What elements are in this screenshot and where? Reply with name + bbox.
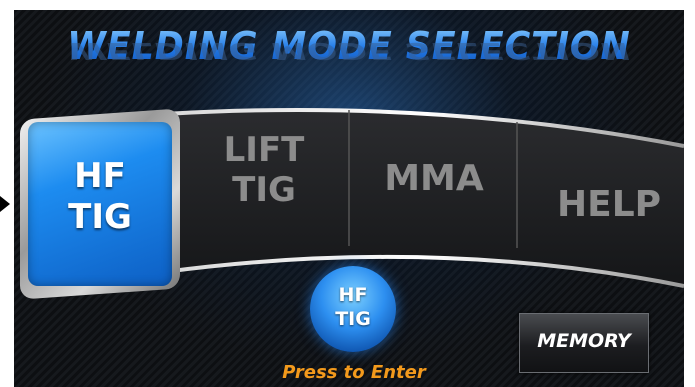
tab-lift-tig-line2: TIG	[232, 170, 296, 211]
tab-hf-tig-line2: TIG	[68, 197, 132, 238]
enter-orb-button[interactable]: HF TIG	[310, 266, 396, 352]
tab-mma-label: MMA	[384, 158, 484, 199]
tab-hf-tig[interactable]: HF TIG	[20, 108, 180, 300]
tab-help[interactable]: HELP	[539, 184, 679, 226]
tab-help-label: HELP	[556, 184, 662, 225]
tab-lift-tig-line1: LIFT	[223, 130, 305, 170]
selection-pointer-icon	[0, 196, 10, 212]
welding-mode-screen: WELDING MODE SELECTION WELDING MODE SELE…	[14, 10, 684, 387]
memory-button-label: MEMORY	[537, 330, 631, 352]
orb-mode-line1: HF	[338, 284, 368, 306]
orb-mode-line2: TIG	[335, 307, 371, 330]
tab-mma[interactable]: MMA	[359, 158, 509, 200]
tab-hf-tig-line1: HF	[74, 156, 126, 196]
press-to-enter-label: Press to Enter	[282, 362, 426, 383]
tab-lift-tig[interactable]: LIFT TIG	[204, 130, 324, 210]
memory-button[interactable]: MEMORY	[519, 313, 649, 373]
